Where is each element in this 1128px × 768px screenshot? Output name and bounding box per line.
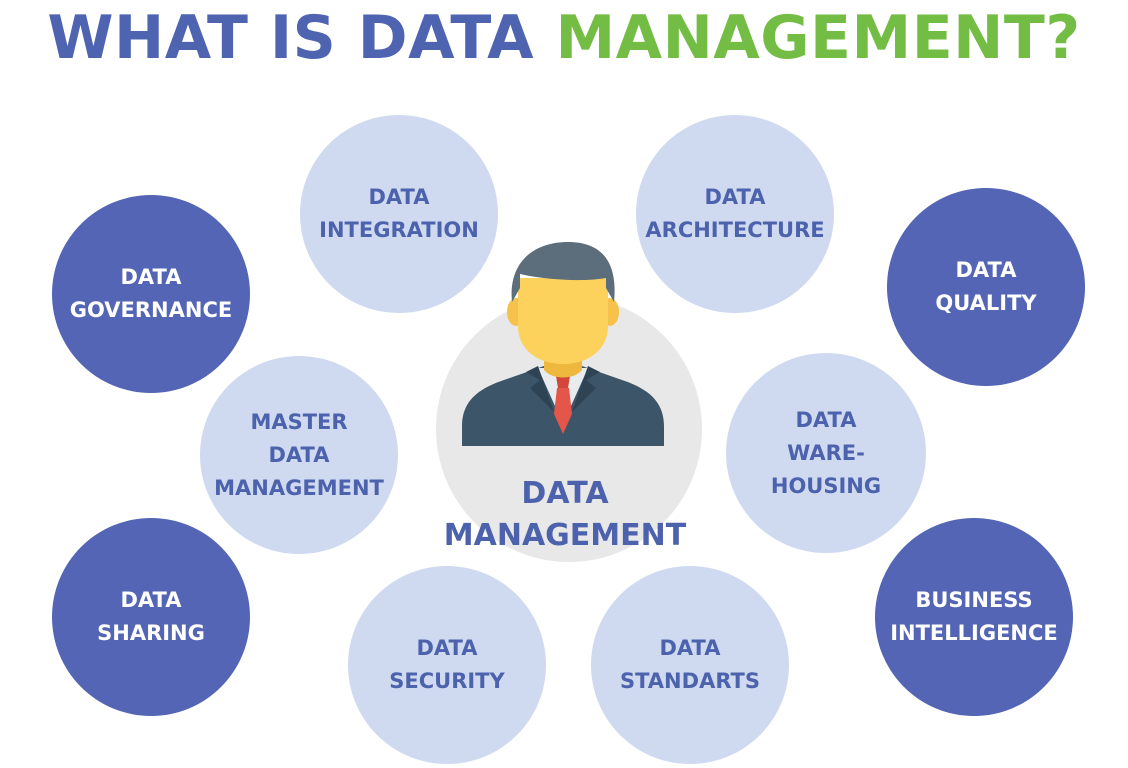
node-label-line: MANAGEMENT bbox=[214, 475, 384, 500]
node-label-line: INTEGRATION bbox=[319, 218, 479, 242]
node-label-line: DATA bbox=[368, 185, 430, 209]
node-data-quality: DATA QUALITY bbox=[887, 188, 1085, 386]
title-part-1: WHAT IS DATA bbox=[47, 3, 535, 73]
node-label-line: DATA bbox=[659, 636, 721, 660]
node-data-governance: DATA GOVERNANCE bbox=[52, 195, 250, 393]
node-label-line: DATA bbox=[955, 258, 1017, 282]
node-data-standarts: DATA STANDARTS bbox=[591, 566, 789, 764]
node-label-line: DATA bbox=[120, 265, 182, 289]
center-label-line2: MANAGEMENT bbox=[443, 518, 687, 553]
node-label-line: BUSINESS bbox=[915, 588, 1033, 612]
node-label-line: STANDARTS bbox=[619, 669, 760, 693]
node-label-line: HOUSING bbox=[770, 473, 882, 498]
node-label-line: QUALITY bbox=[935, 291, 1037, 315]
node-data-architecture: DATA ARCHITECTURE bbox=[636, 115, 834, 313]
node-data-integration: DATA INTEGRATION bbox=[300, 115, 498, 313]
node-label-line: DATA bbox=[416, 636, 478, 660]
node-label-line: SHARING bbox=[97, 621, 205, 645]
node-label-line: SECURITY bbox=[389, 669, 505, 693]
node-label-line: DATA bbox=[120, 588, 182, 612]
node-label-line: ARCHITECTURE bbox=[645, 218, 825, 242]
node-business-intelligence: BUSINESS INTELLIGENCE bbox=[875, 518, 1073, 716]
node-label-line: GOVERNANCE bbox=[69, 298, 233, 322]
node-label-line: INTELLIGENCE bbox=[890, 621, 1058, 645]
node-label-line: DATA bbox=[795, 407, 857, 432]
node-master-data-management: MASTER DATA MANAGEMENT bbox=[200, 356, 398, 554]
page-title: WHAT IS DATA MANAGEMENT? bbox=[0, 2, 1128, 74]
node-data-sharing: DATA SHARING bbox=[52, 518, 250, 716]
node-data-security: DATA SECURITY bbox=[348, 566, 546, 764]
node-label-line: MASTER bbox=[250, 409, 348, 434]
node-label-line: DATA bbox=[268, 442, 330, 467]
businessman-icon bbox=[462, 242, 664, 446]
title-part-2: MANAGEMENT? bbox=[555, 3, 1081, 73]
node-label-line: WARE- bbox=[787, 440, 865, 465]
center-label-line1: DATA bbox=[521, 476, 609, 511]
node-label-line: DATA bbox=[704, 185, 766, 209]
center-label: DATA MANAGEMENT bbox=[405, 473, 725, 557]
node-data-warehousing: DATA WARE- HOUSING bbox=[726, 353, 926, 553]
